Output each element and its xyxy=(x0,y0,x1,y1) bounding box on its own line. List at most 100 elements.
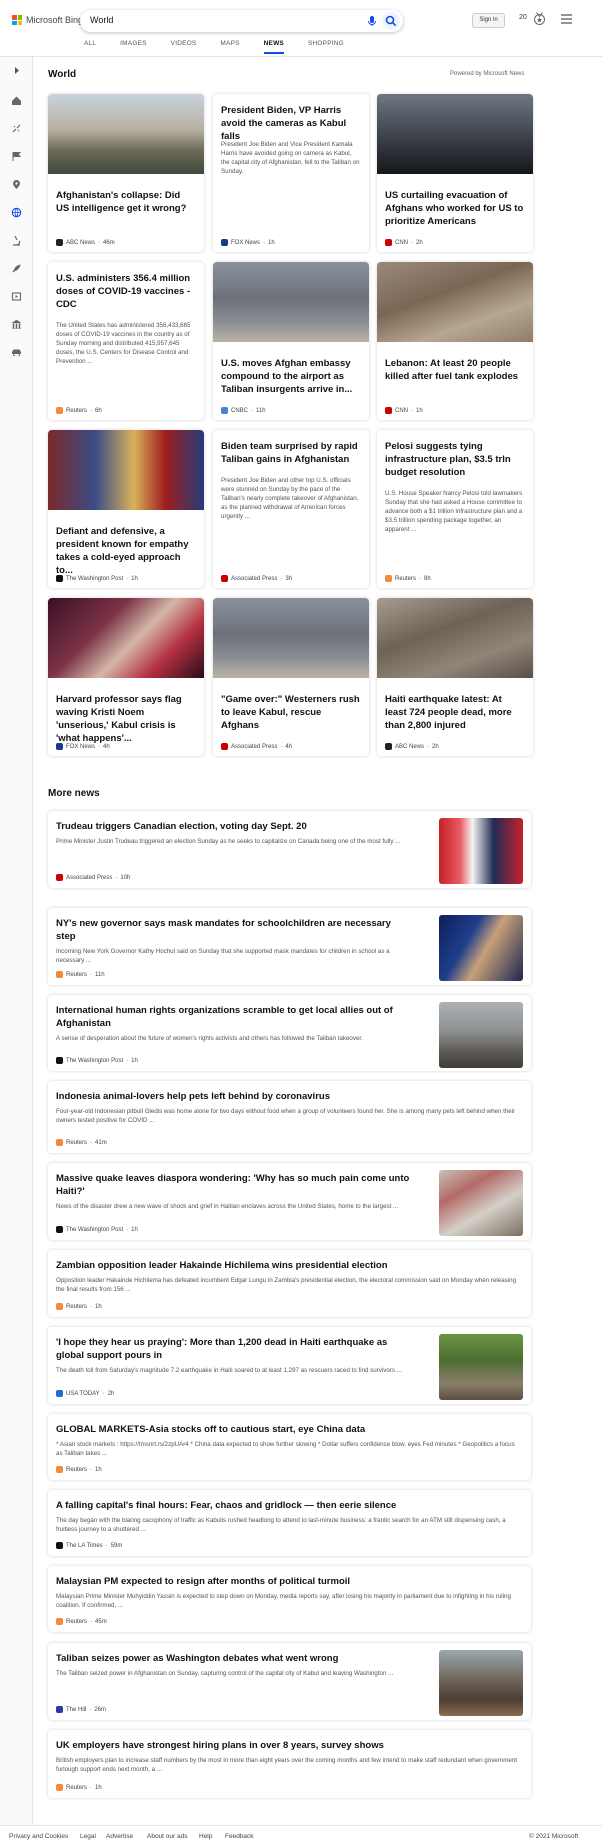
news-card-pelosi-infrastructure[interactable]: Pelosi suggests tying infrastructure pla… xyxy=(377,430,533,588)
footer-link-advertise[interactable]: Advertise xyxy=(106,1833,133,1840)
news-card-haiti-earthquake-latest[interactable]: Haiti earthquake latest: At least 724 pe… xyxy=(377,598,533,756)
more-news-source[interactable]: The Hill · 26m xyxy=(56,1706,106,1713)
movie-icon[interactable] xyxy=(11,291,22,302)
news-card-biden-harris-avoid-cameras[interactable]: President Biden, VP Harris avoid the cam… xyxy=(213,94,369,252)
more-news-item[interactable]: Zambian opposition leader Hakainde Hichi… xyxy=(48,1250,531,1317)
news-card-covid-vaccine-doses[interactable]: U.S. administers 356.4 million doses of … xyxy=(48,262,204,420)
powered-by-label[interactable]: Powered by Microsoft News xyxy=(450,71,524,77)
footer-link-legal[interactable]: Legal xyxy=(80,1833,96,1840)
more-news-source[interactable]: Reuters · 11h xyxy=(56,971,105,978)
more-news-title[interactable]: Indonesia animal-lovers help pets left b… xyxy=(56,1090,521,1103)
tab-all[interactable]: ALL xyxy=(84,40,96,54)
location-pin-icon[interactable] xyxy=(11,179,22,190)
news-card-image[interactable] xyxy=(377,598,533,678)
more-news-title[interactable]: International human rights organizations… xyxy=(56,1004,411,1030)
news-card-source[interactable]: Associated Press · 3h xyxy=(221,575,292,582)
news-card-source[interactable]: FOX News · 1h xyxy=(221,239,275,246)
more-news-item[interactable]: A falling capital's final hours: Fear, c… xyxy=(48,1490,531,1556)
more-news-title[interactable]: GLOBAL MARKETS-Asia stocks off to cautio… xyxy=(56,1423,521,1436)
more-news-source[interactable]: Reuters · 45m xyxy=(56,1618,107,1625)
news-card-source[interactable]: CNN · 2h xyxy=(385,239,423,246)
news-card-source[interactable]: Associated Press · 4h xyxy=(221,743,292,750)
tab-shopping[interactable]: SHOPPING xyxy=(308,40,344,54)
more-news-title[interactable]: 'I hope they hear us praying': More than… xyxy=(56,1336,411,1362)
news-card-source[interactable]: ABC News · 46m xyxy=(56,239,115,246)
news-card-title[interactable]: "Game over:" Westerners rush to leave Ka… xyxy=(221,693,361,732)
news-card-source[interactable]: Reuters · 8h xyxy=(385,575,431,582)
news-card-lebanon-fuel-tank[interactable]: Lebanon: At least 20 people killed after… xyxy=(377,262,533,420)
news-card-us-curtailing-evacuation[interactable]: US curtailing evacuation of Afghans who … xyxy=(377,94,533,252)
news-card-source[interactable]: CNBC · 11h xyxy=(221,407,266,414)
more-news-title[interactable]: Zambian opposition leader Hakainde Hichi… xyxy=(56,1259,521,1272)
news-card-source[interactable]: The Washington Post · 1h xyxy=(56,575,138,582)
news-card-title[interactable]: Lebanon: At least 20 people killed after… xyxy=(385,357,525,383)
microphone-icon[interactable] xyxy=(365,14,379,28)
more-news-source[interactable]: Reuters · 1h xyxy=(56,1303,102,1310)
home-icon[interactable] xyxy=(11,95,22,106)
news-card-title[interactable]: President Biden, VP Harris avoid the cam… xyxy=(221,104,361,143)
more-news-title[interactable]: A falling capital's final hours: Fear, c… xyxy=(56,1499,521,1512)
more-news-image[interactable] xyxy=(439,1170,523,1236)
news-card-title[interactable]: Harvard professor says flag waving Krist… xyxy=(56,693,196,745)
more-news-item[interactable]: Indonesia animal-lovers help pets left b… xyxy=(48,1081,531,1153)
more-news-source[interactable]: USA TODAY · 2h xyxy=(56,1390,114,1397)
more-news-title[interactable]: UK employers have strongest hiring plans… xyxy=(56,1739,521,1752)
globe-icon[interactable] xyxy=(11,207,22,218)
more-news-source[interactable]: Reuters · 1h xyxy=(56,1784,102,1791)
news-card-title[interactable]: Biden team surprised by rapid Taliban ga… xyxy=(221,440,361,466)
news-card-title[interactable]: Afghanistan's collapse: Did US intellige… xyxy=(56,189,196,215)
more-news-title[interactable]: Taliban seizes power as Washington debat… xyxy=(56,1652,411,1665)
more-news-title[interactable]: Malaysian PM expected to resign after mo… xyxy=(56,1575,521,1588)
rewards-points[interactable]: 20 xyxy=(519,14,527,21)
news-card-source[interactable]: CNN · 1h xyxy=(385,407,423,414)
more-news-source[interactable]: Associated Press · 10h xyxy=(56,874,130,881)
news-card-image[interactable] xyxy=(213,262,369,342)
more-news-item[interactable]: UK employers have strongest hiring plans… xyxy=(48,1730,531,1798)
expand-chevron-icon[interactable] xyxy=(11,65,22,76)
footer-link-about-ads[interactable]: About our ads xyxy=(147,1833,187,1840)
more-news-source[interactable]: The Washington Post · 1h xyxy=(56,1226,138,1233)
search-button[interactable] xyxy=(382,12,400,30)
more-news-image[interactable] xyxy=(439,1334,523,1400)
hamburger-menu-icon[interactable] xyxy=(561,14,572,24)
more-news-item[interactable]: GLOBAL MARKETS-Asia stocks off to cautio… xyxy=(48,1414,531,1480)
more-news-image[interactable] xyxy=(439,915,523,981)
flash-icon[interactable] xyxy=(11,123,22,134)
more-news-image[interactable] xyxy=(439,818,523,884)
more-news-item[interactable]: International human rights organizations… xyxy=(48,995,531,1071)
news-card-title[interactable]: US curtailing evacuation of Afghans who … xyxy=(385,189,525,228)
footer-link-help[interactable]: Help xyxy=(199,1833,212,1840)
news-card-source[interactable]: FOX News · 4h xyxy=(56,743,110,750)
more-news-item[interactable]: Malaysian PM expected to resign after mo… xyxy=(48,1566,531,1632)
search-input[interactable] xyxy=(90,15,350,25)
more-news-item[interactable]: Massive quake leaves diaspora wondering:… xyxy=(48,1163,531,1240)
more-news-source[interactable]: The Washington Post · 1h xyxy=(56,1057,138,1064)
news-card-image[interactable] xyxy=(213,598,369,678)
news-card-image[interactable] xyxy=(48,598,204,678)
bank-icon[interactable] xyxy=(11,319,22,330)
search-box[interactable] xyxy=(80,10,403,32)
rocket-icon[interactable] xyxy=(11,263,22,274)
news-card-title[interactable]: Defiant and defensive, a president known… xyxy=(56,525,196,577)
news-card-image[interactable] xyxy=(48,94,204,174)
news-card-game-over-westerners[interactable]: "Game over:" Westerners rush to leave Ka… xyxy=(213,598,369,756)
more-news-title[interactable]: Trudeau triggers Canadian election, voti… xyxy=(56,820,411,833)
news-card-source[interactable]: ABC News · 2h xyxy=(385,743,439,750)
more-news-item[interactable]: NY's new governor says mask mandates for… xyxy=(48,908,531,985)
news-card-title[interactable]: Haiti earthquake latest: At least 724 pe… xyxy=(385,693,525,732)
news-card-biden-team-surprised[interactable]: Biden team surprised by rapid Taliban ga… xyxy=(213,430,369,588)
more-news-title[interactable]: Massive quake leaves diaspora wondering:… xyxy=(56,1172,411,1198)
rewards-medal-icon[interactable] xyxy=(532,11,547,26)
more-news-image[interactable] xyxy=(439,1002,523,1068)
tab-images[interactable]: IMAGES xyxy=(120,40,146,54)
flag-icon[interactable] xyxy=(11,151,22,162)
tab-videos[interactable]: VIDEOS xyxy=(171,40,197,54)
news-card-afghan-embassy-move[interactable]: U.S. moves Afghan embassy compound to th… xyxy=(213,262,369,420)
microscope-icon[interactable] xyxy=(11,235,22,246)
footer-link-privacy[interactable]: Privacy and Cookies xyxy=(9,1833,68,1840)
more-news-title[interactable]: NY's new governor says mask mandates for… xyxy=(56,917,411,943)
news-card-image[interactable] xyxy=(377,262,533,342)
news-card-harvard-professor-noem[interactable]: Harvard professor says flag waving Krist… xyxy=(48,598,204,756)
more-news-item[interactable]: Taliban seizes power as Washington debat… xyxy=(48,1643,531,1720)
more-news-item[interactable]: 'I hope they hear us praying': More than… xyxy=(48,1327,531,1404)
